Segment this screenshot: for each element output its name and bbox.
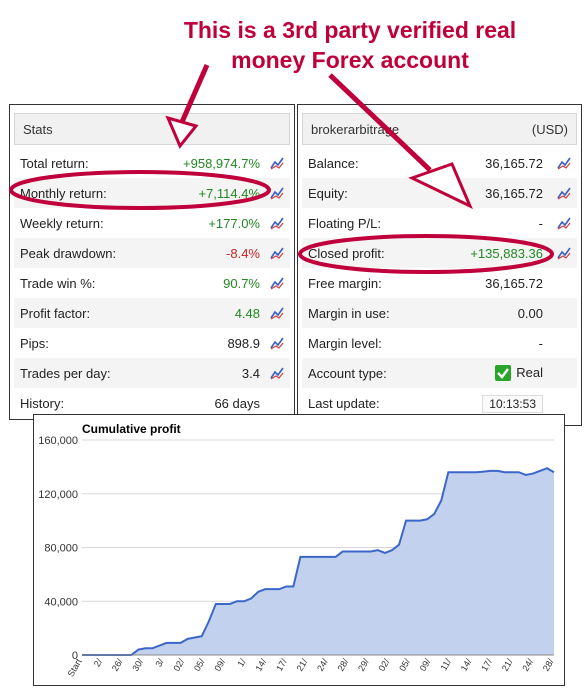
- arrow-left-head: [165, 115, 199, 149]
- annotation-overlay: [9, 63, 554, 274]
- arrow-left-shaft: [179, 63, 210, 124]
- highlight-closed-profit: [298, 234, 554, 274]
- arrow-right-shaft: [328, 73, 432, 172]
- arrow-right-head: [408, 162, 473, 210]
- highlight-monthly-return: [9, 170, 271, 210]
